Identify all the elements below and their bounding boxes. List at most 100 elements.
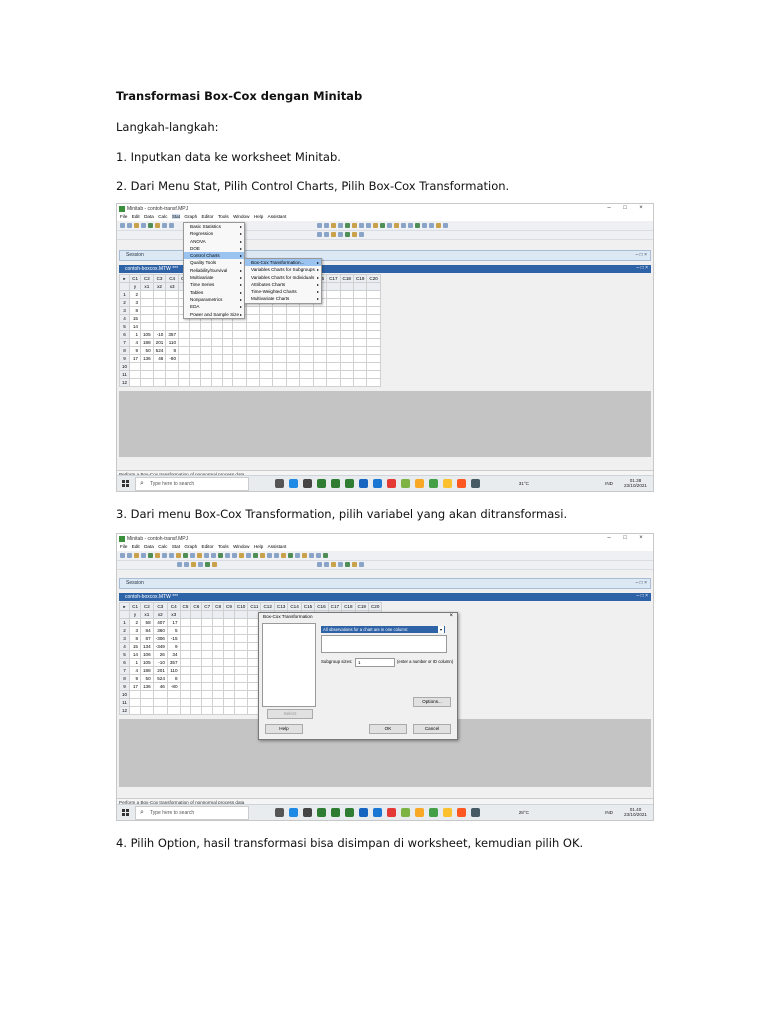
- paste-icon[interactable]: [155, 553, 160, 558]
- column-name-cell[interactable]: [366, 282, 381, 291]
- data-cell[interactable]: [285, 370, 301, 379]
- data-cell[interactable]: [339, 370, 355, 379]
- column-header[interactable]: C13: [273, 602, 289, 611]
- column-header[interactable]: C2: [140, 602, 154, 611]
- data-cell[interactable]: [199, 378, 212, 387]
- column-header[interactable]: C14: [287, 602, 302, 611]
- redo-icon[interactable]: [169, 223, 174, 228]
- column-name-cell[interactable]: x3: [166, 610, 181, 619]
- data-cell[interactable]: [285, 306, 301, 315]
- column-header[interactable]: C4: [165, 274, 180, 283]
- menu-stat[interactable]: Stat: [171, 214, 180, 219]
- data-cell[interactable]: [339, 338, 355, 347]
- tool-icon[interactable]: [324, 562, 329, 567]
- tool-icon[interactable]: [225, 553, 230, 558]
- data-cell[interactable]: [212, 626, 225, 635]
- data-cell[interactable]: [179, 674, 192, 683]
- menu-edit[interactable]: Edit: [132, 544, 140, 549]
- data-cell[interactable]: [190, 698, 203, 707]
- data-cell[interactable]: 4: [129, 338, 141, 347]
- data-cell[interactable]: 136: [140, 354, 154, 363]
- data-cell[interactable]: [223, 658, 235, 667]
- menu-item[interactable]: Variables Charts for Subgroups ▸: [245, 266, 321, 273]
- column-header[interactable]: C8: [212, 602, 225, 611]
- data-cell[interactable]: [201, 634, 214, 643]
- tool-icon[interactable]: [401, 223, 406, 228]
- row-number[interactable]: 4: [118, 314, 131, 323]
- data-cell[interactable]: [233, 682, 249, 691]
- data-cell[interactable]: 87: [140, 634, 154, 643]
- data-cell[interactable]: 2: [129, 290, 141, 299]
- data-cell[interactable]: [165, 290, 180, 299]
- excel-icon[interactable]: [331, 808, 340, 817]
- tool-icon[interactable]: [331, 223, 336, 228]
- data-cell[interactable]: [352, 322, 368, 331]
- data-cell[interactable]: [140, 698, 154, 707]
- tool-icon[interactable]: [345, 223, 350, 228]
- windows-start-icon[interactable]: [122, 809, 129, 816]
- column-name-cell[interactable]: [233, 610, 249, 619]
- tool-icon[interactable]: [380, 223, 385, 228]
- data-cell[interactable]: [285, 330, 301, 339]
- data-cell[interactable]: [299, 362, 314, 371]
- row-number[interactable]: 7: [118, 666, 131, 675]
- column-name-cell[interactable]: [212, 610, 225, 619]
- data-cell[interactable]: [140, 378, 154, 387]
- tool-icon[interactable]: [316, 553, 321, 558]
- tool-icon[interactable]: [359, 232, 364, 237]
- data-cell[interactable]: 201: [152, 666, 168, 675]
- data-cell[interactable]: [179, 690, 192, 699]
- column-name-cell[interactable]: x1: [140, 282, 154, 291]
- column-header[interactable]: C11: [247, 602, 262, 611]
- menu-item[interactable]: Nonparametrics ▸: [184, 296, 244, 303]
- data-cell[interactable]: [129, 698, 141, 707]
- language-indicator[interactable]: IND: [605, 481, 613, 486]
- data-cell[interactable]: [232, 370, 247, 379]
- row-number[interactable]: 10: [118, 362, 131, 371]
- data-cell[interactable]: [232, 322, 247, 331]
- data-cell[interactable]: [258, 322, 274, 331]
- data-cell[interactable]: [285, 314, 301, 323]
- column-header[interactable]: C3: [152, 602, 168, 611]
- data-cell[interactable]: [201, 690, 214, 699]
- data-cell[interactable]: [221, 338, 234, 347]
- edge-icon[interactable]: [289, 479, 298, 488]
- tool-icon[interactable]: [281, 553, 286, 558]
- data-cell[interactable]: 3: [129, 626, 141, 635]
- excel-icon[interactable]: [331, 479, 340, 488]
- column-header[interactable]: C3: [152, 274, 167, 283]
- row-number[interactable]: 3: [118, 634, 131, 643]
- column-name-cell[interactable]: [326, 282, 341, 291]
- data-cell[interactable]: [223, 682, 235, 691]
- tool-icon[interactable]: [331, 232, 336, 237]
- data-cell[interactable]: [366, 290, 381, 299]
- tool-icon[interactable]: [317, 562, 322, 567]
- row-number[interactable]: 8: [118, 674, 131, 683]
- data-cell[interactable]: 5: [166, 626, 181, 635]
- data-cell[interactable]: [190, 674, 203, 683]
- data-cell[interactable]: [188, 354, 201, 363]
- data-cell[interactable]: [152, 322, 167, 331]
- menu-item[interactable]: Multivariate ▸: [184, 274, 244, 281]
- tool-icon[interactable]: [352, 562, 357, 567]
- brave-icon[interactable]: [457, 808, 466, 817]
- help-button[interactable]: Help: [265, 724, 303, 734]
- app-icon[interactable]: [471, 808, 480, 817]
- data-cell[interactable]: [152, 690, 168, 699]
- menu-item[interactable]: Reliability/Survival ▸: [184, 267, 244, 274]
- copy-icon[interactable]: [148, 223, 153, 228]
- data-cell[interactable]: [299, 354, 314, 363]
- app-icon[interactable]: [387, 479, 396, 488]
- data-cell[interactable]: [190, 682, 203, 691]
- menu-tools[interactable]: Tools: [218, 544, 229, 549]
- data-cell[interactable]: 8: [129, 634, 141, 643]
- data-cell[interactable]: 9: [129, 674, 141, 683]
- column-name-cell[interactable]: [201, 610, 214, 619]
- data-cell[interactable]: 201: [152, 338, 167, 347]
- data-cell[interactable]: [212, 650, 225, 659]
- data-cell[interactable]: [352, 298, 368, 307]
- clock[interactable]: 01.40 23/10/2021: [624, 807, 647, 817]
- tool-icon[interactable]: [324, 223, 329, 228]
- tool-icon[interactable]: [232, 553, 237, 558]
- data-cell[interactable]: [326, 354, 341, 363]
